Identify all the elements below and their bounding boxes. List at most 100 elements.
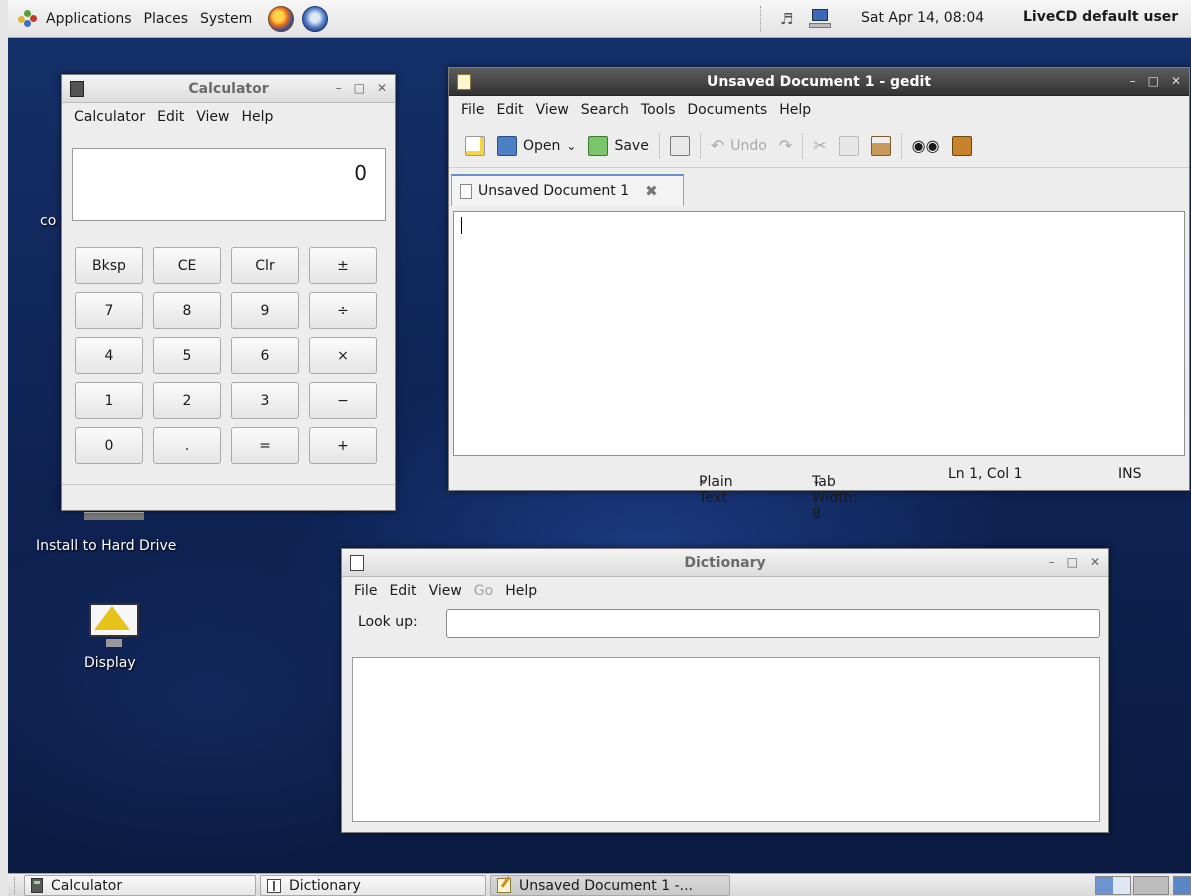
close-icon[interactable]: ✕ <box>1090 555 1100 569</box>
calculator-keypad: Bksp CE Clr ± 7 8 9 ÷ 4 5 6 × 1 2 3 − 0 … <box>75 247 379 464</box>
key-4[interactable]: 4 <box>75 337 143 374</box>
document-icon <box>460 183 472 199</box>
network-icon[interactable] <box>808 8 832 30</box>
menu-help[interactable]: Help <box>499 583 543 599</box>
paste-button[interactable] <box>865 129 897 163</box>
key-2[interactable]: 2 <box>153 382 221 419</box>
paste-icon <box>870 135 891 156</box>
menu-edit[interactable]: Edit <box>383 583 422 599</box>
display-icon[interactable] <box>88 603 140 649</box>
insert-mode: INS <box>1118 466 1142 482</box>
workspace-1[interactable] <box>1095 876 1131 895</box>
key-add[interactable]: + <box>309 427 377 464</box>
install-to-hard-drive-label[interactable]: Install to Hard Drive <box>36 538 176 554</box>
maximize-icon[interactable]: □ <box>354 81 365 95</box>
key-equals[interactable]: = <box>231 427 299 464</box>
menu-calculator[interactable]: Calculator <box>68 109 151 125</box>
replace-button[interactable] <box>946 129 978 163</box>
key-5[interactable]: 5 <box>153 337 221 374</box>
menu-help[interactable]: Help <box>235 109 279 125</box>
user-menu[interactable]: LiveCD default user <box>1023 9 1178 25</box>
lookup-input[interactable] <box>446 609 1100 638</box>
tab-unsaved-document-1[interactable]: Unsaved Document 1 ✖ <box>451 174 684 206</box>
chevron-down-icon[interactable]: ⌄ <box>566 139 576 153</box>
applications-menu[interactable]: Applications <box>40 11 138 27</box>
new-document-button[interactable] <box>459 129 491 163</box>
gedit-icon <box>497 878 511 893</box>
document-tabs: Unsaved Document 1 ✖ <box>449 168 1189 206</box>
display-label[interactable]: Display <box>84 655 136 671</box>
places-menu[interactable]: Places <box>138 11 195 27</box>
menu-view[interactable]: View <box>423 583 468 599</box>
key-backspace[interactable]: Bksp <box>75 247 143 284</box>
definition-view[interactable] <box>352 657 1100 822</box>
task-gedit[interactable]: Unsaved Document 1 -... <box>490 875 730 896</box>
menu-file[interactable]: File <box>348 583 383 599</box>
thunderbird-icon[interactable] <box>302 5 329 32</box>
key-clear-entry[interactable]: CE <box>153 247 221 284</box>
text-editor[interactable] <box>453 211 1185 456</box>
gnome-foot-icon[interactable] <box>18 9 40 28</box>
minimize-icon[interactable]: – <box>1130 74 1136 88</box>
key-6[interactable]: 6 <box>231 337 299 374</box>
menu-edit[interactable]: Edit <box>151 109 190 125</box>
key-7[interactable]: 7 <box>75 292 143 329</box>
menu-view[interactable]: View <box>190 109 235 125</box>
redo-button[interactable]: ↷ <box>773 129 798 163</box>
menu-documents[interactable]: Documents <box>681 102 773 118</box>
menu-search[interactable]: Search <box>575 102 635 118</box>
calculator-titlebar[interactable]: Calculator – □ ✕ <box>62 75 395 103</box>
workspace-2[interactable] <box>1133 876 1169 895</box>
close-tab-icon[interactable]: ✖ <box>645 182 658 200</box>
menu-tools[interactable]: Tools <box>635 102 682 118</box>
volume-icon[interactable]: ♬ <box>780 10 798 28</box>
close-icon[interactable]: ✕ <box>1171 74 1181 88</box>
key-0[interactable]: 0 <box>75 427 143 464</box>
save-button[interactable]: Save <box>582 129 654 163</box>
menu-help[interactable]: Help <box>773 102 817 118</box>
lookup-label: Look up: <box>358 614 418 630</box>
key-8[interactable]: 8 <box>153 292 221 329</box>
key-9[interactable]: 9 <box>231 292 299 329</box>
key-1[interactable]: 1 <box>75 382 143 419</box>
key-plus-minus[interactable]: ± <box>309 247 377 284</box>
trash-icon[interactable] <box>1173 876 1191 895</box>
toolbar-separator <box>658 132 660 159</box>
clock[interactable]: Sat Apr 14, 08:04 <box>861 10 984 26</box>
cut-button[interactable]: ✂ <box>807 129 832 163</box>
menu-file[interactable]: File <box>455 102 490 118</box>
key-clear[interactable]: Clr <box>231 247 299 284</box>
text-cursor <box>461 217 462 234</box>
key-decimal[interactable]: . <box>153 427 221 464</box>
find-button[interactable]: ◉◉ <box>906 129 946 163</box>
minimize-icon[interactable]: – <box>336 81 342 95</box>
task-dictionary[interactable]: Dictionary <box>260 875 486 896</box>
task-label: Unsaved Document 1 -... <box>519 877 693 894</box>
key-3[interactable]: 3 <box>231 382 299 419</box>
gedit-titlebar[interactable]: Unsaved Document 1 - gedit – □ ✕ <box>449 68 1189 96</box>
open-button[interactable]: Open ⌄ <box>491 129 582 163</box>
dictionary-titlebar[interactable]: Dictionary – □ ✕ <box>342 549 1108 577</box>
dictionary-menubar: File Edit View Go Help <box>342 577 1108 605</box>
toolbar-separator <box>699 132 701 159</box>
undo-button[interactable]: ↶ Undo <box>705 129 773 163</box>
firefox-icon[interactable] <box>268 5 295 32</box>
key-subtract[interactable]: − <box>309 382 377 419</box>
menu-go[interactable]: Go <box>468 583 499 599</box>
hard-drive-icon[interactable] <box>84 512 144 520</box>
close-icon[interactable]: ✕ <box>377 81 387 95</box>
key-multiply[interactable]: × <box>309 337 377 374</box>
desktop-icon-label[interactable]: co <box>40 213 56 229</box>
minimize-icon[interactable]: – <box>1049 555 1055 569</box>
print-button[interactable] <box>664 129 696 163</box>
menu-edit[interactable]: Edit <box>490 102 529 118</box>
system-menu[interactable]: System <box>194 11 258 27</box>
maximize-icon[interactable]: □ <box>1067 555 1078 569</box>
dictionary-window: Dictionary – □ ✕ File Edit View Go Help … <box>341 548 1109 833</box>
copy-button[interactable] <box>833 129 865 163</box>
maximize-icon[interactable]: □ <box>1148 74 1159 88</box>
redo-icon: ↷ <box>778 136 793 155</box>
task-calculator[interactable]: Calculator <box>24 875 256 896</box>
key-divide[interactable]: ÷ <box>309 292 377 329</box>
menu-view[interactable]: View <box>530 102 575 118</box>
